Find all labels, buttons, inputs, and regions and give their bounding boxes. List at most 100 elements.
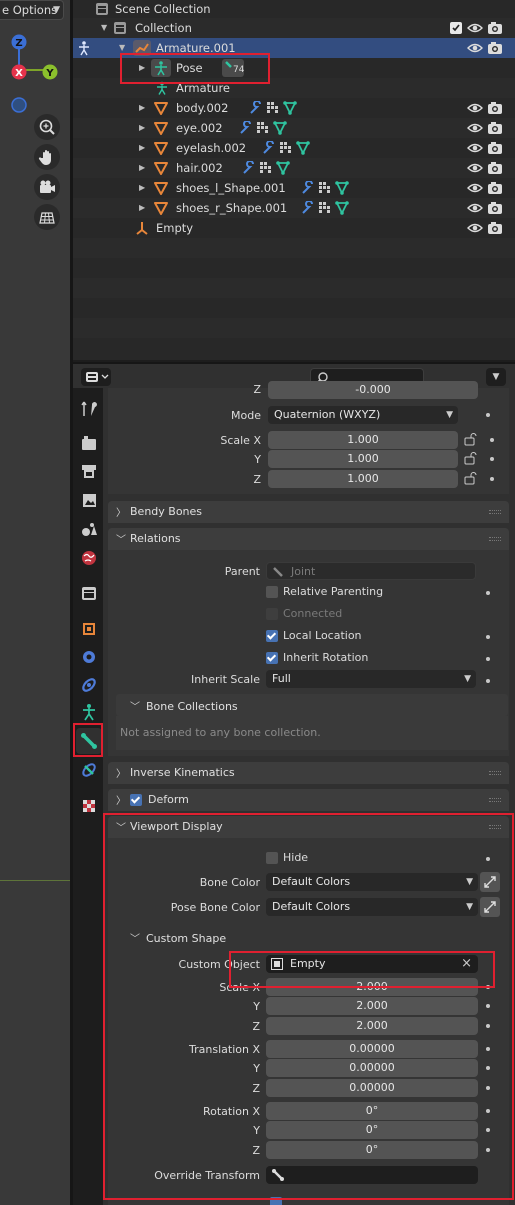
- rotation-mode-dropdown[interactable]: Quaternion (WXYZ) ▼: [268, 406, 458, 424]
- animate-property-dot[interactable]: [486, 635, 490, 639]
- outliner-row-eyelash-002[interactable]: ▶ eyelash.002: [73, 138, 515, 158]
- chevron-down-icon[interactable]: ▼: [486, 368, 506, 386]
- outliner-row-armature-001[interactable]: ▼ Armature.001: [73, 38, 515, 58]
- hand-pan-icon[interactable]: [34, 144, 60, 170]
- eye-visibility-icon[interactable]: [467, 21, 483, 35]
- world-tab-icon[interactable]: [76, 545, 102, 571]
- expand-triangle-icon[interactable]: ▶: [139, 123, 145, 132]
- scene-tab-icon[interactable]: [76, 516, 102, 542]
- eye-visibility-icon[interactable]: [467, 121, 483, 135]
- custom-object-field[interactable]: Empty ×: [266, 955, 478, 973]
- modifier-icons[interactable]: [301, 181, 361, 195]
- bendy-bones-panel-header[interactable]: 〉 Bendy Bones: [108, 501, 509, 523]
- eye-visibility-icon[interactable]: [467, 161, 483, 175]
- shape-scale-y-field[interactable]: 2.000: [266, 997, 478, 1015]
- render-camera-icon[interactable]: [487, 101, 503, 115]
- lock-icon[interactable]: [463, 432, 477, 446]
- expand-triangle-icon[interactable]: ▶: [139, 103, 145, 112]
- modifier-icons[interactable]: [249, 101, 309, 115]
- editor-type-selector[interactable]: [81, 368, 111, 386]
- eye-visibility-icon[interactable]: [467, 141, 483, 155]
- deform-checkbox[interactable]: [130, 794, 142, 806]
- armature-data-tab-icon[interactable]: [76, 700, 102, 726]
- viewport-options-dropdown[interactable]: e Options ▼: [0, 0, 64, 20]
- animate-property-dot[interactable]: [486, 679, 490, 683]
- hide-checkbox[interactable]: [266, 852, 278, 864]
- animate-property-dot[interactable]: [486, 657, 490, 661]
- connected-checkbox[interactable]: [266, 608, 278, 620]
- animate-property-dot[interactable]: [486, 1148, 490, 1152]
- location-z-field[interactable]: -0.000: [268, 381, 478, 399]
- animate-property-dot[interactable]: [486, 413, 490, 417]
- tool-tab-icon[interactable]: [76, 396, 102, 422]
- exclude-checkbox-icon[interactable]: [450, 22, 462, 34]
- expand-triangle-icon[interactable]: ▼: [101, 23, 107, 32]
- animate-property-dot[interactable]: [486, 857, 490, 861]
- expand-triangle-icon[interactable]: ▶: [139, 203, 145, 212]
- custom-shape-subpanel-header[interactable]: ﹀ Custom Shape: [116, 926, 508, 948]
- shape-rotation-x-field[interactable]: 0°: [266, 1102, 478, 1120]
- render-camera-icon[interactable]: [487, 181, 503, 195]
- inherit-rotation-checkbox[interactable]: [266, 652, 278, 664]
- pose-mode-icon[interactable]: [76, 40, 92, 56]
- navigation-gizmo[interactable]: Z X Y: [6, 30, 58, 82]
- outliner-row-shoes-r-shape-001[interactable]: ▶ shoes_r_Shape.001: [73, 198, 515, 218]
- texture-tab-icon[interactable]: [76, 793, 102, 819]
- bone-collections-subpanel-header[interactable]: ﹀ Bone Collections: [116, 694, 508, 716]
- render-camera-icon[interactable]: [487, 41, 503, 55]
- drag-grip-icon[interactable]: [489, 798, 501, 802]
- drag-grip-icon[interactable]: [489, 771, 501, 775]
- parent-field[interactable]: Joint: [266, 562, 476, 580]
- outliner-row-armature-data[interactable]: Armature: [73, 78, 515, 98]
- animate-property-dot[interactable]: [490, 477, 494, 481]
- bone-properties[interactable]: Z -0.000 Mode Quaternion (WXYZ) ▼ Scale …: [103, 381, 515, 1205]
- modifier-icons[interactable]: [301, 201, 361, 215]
- partial-checkbox[interactable]: [270, 1197, 282, 1205]
- bone-tab-icon[interactable]: [76, 728, 102, 754]
- inverse-kinematics-panel-header[interactable]: 〉 Inverse Kinematics: [108, 762, 509, 784]
- animate-property-dot[interactable]: [486, 1128, 490, 1132]
- outliner-row-empty[interactable]: Empty: [73, 218, 515, 238]
- scale-x-field[interactable]: 1.000: [268, 431, 458, 449]
- inherit-scale-dropdown[interactable]: Full ▼: [266, 670, 476, 688]
- local-location-checkbox[interactable]: [266, 630, 278, 642]
- modifier-icons[interactable]: [262, 141, 322, 155]
- render-camera-icon[interactable]: [487, 21, 503, 35]
- modifier-icons[interactable]: [239, 121, 299, 135]
- outliner-row-collection[interactable]: ▼ Collection: [73, 18, 515, 38]
- eye-visibility-icon[interactable]: [467, 41, 483, 55]
- animate-property-dot[interactable]: [486, 591, 490, 595]
- shape-translation-z-field[interactable]: 0.00000: [266, 1079, 478, 1097]
- physics-tab-icon[interactable]: [76, 644, 102, 670]
- shape-scale-x-field[interactable]: 2.000: [266, 978, 478, 996]
- lock-icon[interactable]: [463, 451, 477, 465]
- drag-grip-icon[interactable]: [489, 825, 501, 829]
- pose-bone-color-dropdown[interactable]: Default Colors ▼: [266, 898, 478, 916]
- render-camera-icon[interactable]: [487, 121, 503, 135]
- viewport-display-panel-header[interactable]: ﹀ Viewport Display: [108, 816, 509, 838]
- render-camera-icon[interactable]: [487, 201, 503, 215]
- bone-color-dropdown[interactable]: Default Colors ▼: [266, 873, 478, 891]
- eye-visibility-icon[interactable]: [467, 201, 483, 215]
- constraints-tab-icon[interactable]: [76, 672, 102, 698]
- shape-rotation-z-field[interactable]: 0°: [266, 1141, 478, 1159]
- grid-ortho-icon[interactable]: [34, 204, 60, 230]
- eye-visibility-icon[interactable]: [467, 101, 483, 115]
- animate-property-dot[interactable]: [486, 985, 490, 989]
- outliner-row-hair-002[interactable]: ▶ hair.002: [73, 158, 515, 178]
- gizmo-negative-z-handle[interactable]: [11, 97, 27, 113]
- eye-visibility-icon[interactable]: [467, 221, 483, 235]
- bone-constraints-tab-icon[interactable]: [76, 757, 102, 783]
- shape-rotation-y-field[interactable]: 0°: [266, 1121, 478, 1139]
- scale-z-field[interactable]: 1.000: [268, 470, 458, 488]
- expand-triangle-icon[interactable]: ▶: [139, 163, 145, 172]
- outliner-row-pose[interactable]: ▶ Pose 74: [73, 58, 515, 78]
- animate-property-dot[interactable]: [490, 457, 494, 461]
- expand-triangle-icon[interactable]: ▶: [139, 143, 145, 152]
- shape-translation-x-field[interactable]: 0.00000: [266, 1040, 478, 1058]
- drag-grip-icon[interactable]: [489, 537, 501, 541]
- modifier-icons[interactable]: [242, 161, 302, 175]
- relative-parenting-checkbox[interactable]: [266, 586, 278, 598]
- clear-x-icon[interactable]: ×: [461, 955, 472, 973]
- copy-pose-color-button[interactable]: [480, 897, 500, 917]
